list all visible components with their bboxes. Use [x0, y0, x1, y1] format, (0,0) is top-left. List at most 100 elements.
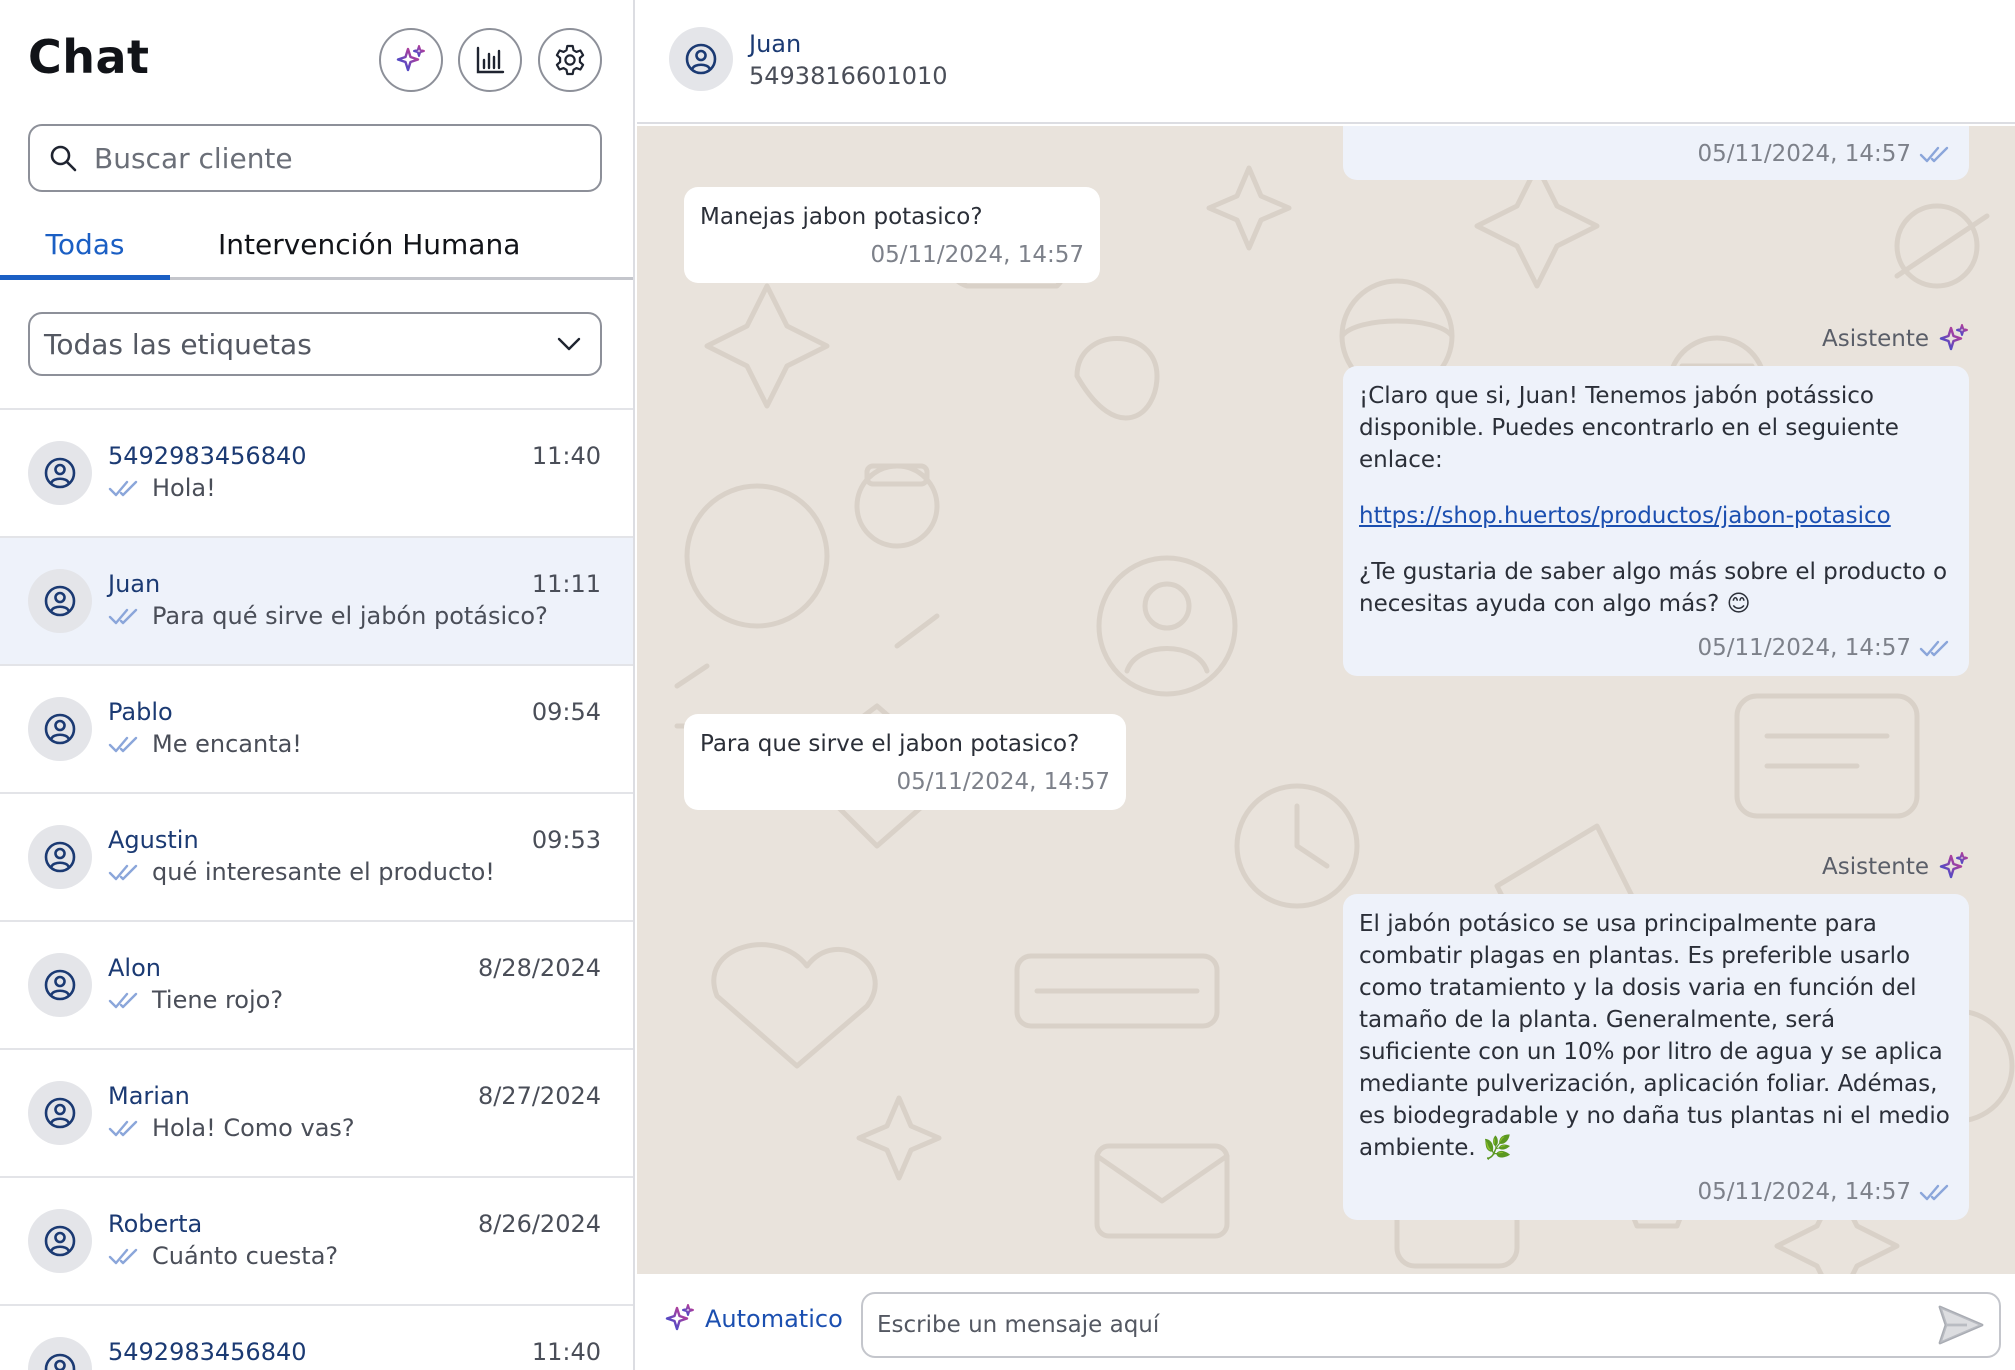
- avatar: [28, 441, 92, 505]
- chat-last-message-text: Hola! Como vas?: [152, 1114, 355, 1142]
- contact-phone: 5493816601010: [749, 62, 948, 90]
- avatar: [28, 1337, 92, 1370]
- message-text: ¿Te gustaria de saber algo más sobre el …: [1359, 559, 1948, 617]
- chat-list-item[interactable]: Juan 11:11 Para qué sirve el jabón potásic…: [0, 538, 633, 666]
- chat-last-message: qué interesante el producto!: [108, 858, 495, 886]
- tag-filter-select[interactable]: Todas las etiquetas: [28, 312, 602, 376]
- chat-contact-name: Juan: [108, 570, 161, 598]
- sender-label: Asistente: [1822, 322, 1971, 356]
- chat-time: 11:40: [531, 1338, 601, 1366]
- search-input[interactable]: [94, 141, 574, 175]
- chat-sidebar: Chat Todas Intervención Humana Todas las…: [0, 0, 635, 1370]
- message-text: El jabón potásico se usa principalmente …: [1359, 911, 1950, 1161]
- user-avatar-icon: [685, 43, 717, 75]
- chat-last-message: Para qué sirve el jabón potásico?: [108, 602, 548, 630]
- message-area[interactable]: 05/11/2024, 14:57 Manejas jabon potasico…: [637, 126, 2015, 1274]
- conversation-panel: Juan 5493816601010 05/11/2024, 14:57 Man…: [637, 0, 2015, 1370]
- chat-time: 8/26/2024: [477, 1210, 601, 1238]
- user-avatar-icon: [44, 1097, 76, 1129]
- chat-last-message: Hola!: [108, 474, 216, 502]
- chat-contact-name: Marian: [108, 1082, 190, 1110]
- double-check-icon: [108, 736, 138, 753]
- tag-filter-value: Todas las etiquetas: [44, 327, 312, 361]
- message-bubble-incoming: Para que sirve el jabon potasico? 05/11/…: [684, 714, 1126, 810]
- chat-list-item[interactable]: Alon 8/28/2024 Tiene rojo?: [0, 922, 633, 1050]
- double-check-icon: [1919, 640, 1949, 657]
- chevron-down-icon: [557, 337, 581, 351]
- tab-intervencion-humana[interactable]: Intervención Humana: [218, 228, 520, 261]
- conversation-header: Juan 5493816601010: [637, 0, 2015, 124]
- message-time: 05/11/2024, 14:57: [870, 242, 1084, 268]
- user-avatar-icon: [44, 841, 76, 873]
- chat-list-item[interactable]: Agustin 09:53 qué interesante el producto!: [0, 794, 633, 922]
- avatar: [28, 569, 92, 633]
- double-check-icon: [108, 1248, 138, 1265]
- double-check-icon: [108, 864, 138, 881]
- bar-chart-icon: [476, 46, 505, 74]
- message-composer: Automatico: [637, 1274, 2015, 1370]
- double-check-icon: [108, 992, 138, 1009]
- chat-list-item[interactable]: Pablo 09:54 Me encanta!: [0, 666, 633, 794]
- double-check-icon: [1919, 146, 1949, 163]
- chat-last-message-text: Tiene rojo?: [152, 986, 284, 1014]
- avatar: [28, 697, 92, 761]
- automatic-mode-toggle[interactable]: Automatico: [663, 1302, 843, 1336]
- user-avatar-icon: [44, 1353, 76, 1370]
- double-check-icon: [108, 1120, 138, 1137]
- sparkle-icon: [665, 1304, 694, 1331]
- search-icon: [50, 145, 77, 172]
- chat-last-message: Cuánto cuesta?: [108, 1242, 338, 1270]
- chat-list-item[interactable]: 5492983456840 11:40 Hola!: [0, 410, 633, 538]
- chat-last-message-text: qué interesante el producto!: [152, 858, 495, 886]
- message-input-box[interactable]: [861, 1292, 2001, 1358]
- gear-icon: [555, 44, 585, 76]
- chat-time: 11:11: [531, 570, 601, 598]
- chat-last-message-text: Hola!: [152, 474, 216, 502]
- sparkle-icon: [396, 45, 425, 72]
- chat-contact-name: Alon: [108, 954, 161, 982]
- chat-contact-name: Roberta: [108, 1210, 203, 1238]
- chat-contact-name: Pablo: [108, 698, 173, 726]
- avatar: [28, 1209, 92, 1273]
- double-check-icon: [1919, 1184, 1949, 1201]
- chat-time: 8/28/2024: [477, 954, 601, 982]
- stats-button[interactable]: [458, 28, 522, 92]
- sender-name: Asistente: [1821, 854, 1929, 880]
- sparkle-icon: [1939, 852, 1968, 879]
- message-time: 05/11/2024, 14:57: [1697, 141, 1911, 167]
- chat-time: 09:54: [531, 698, 601, 726]
- message-input[interactable]: [877, 1312, 1937, 1338]
- user-avatar-icon: [44, 969, 76, 1001]
- product-link[interactable]: https://shop.huertos/productos/jabon-pot…: [1359, 503, 1891, 529]
- chat-last-message: Hola! Como vas?: [108, 1114, 355, 1142]
- message-bubble-outgoing: ¡Claro que si, Juan! Tenemos jabón potás…: [1343, 366, 1969, 676]
- avatar[interactable]: [669, 27, 733, 91]
- settings-button[interactable]: [538, 28, 602, 92]
- chat-time: 11:40: [531, 442, 601, 470]
- ai-assistant-button[interactable]: [379, 28, 443, 92]
- avatar: [28, 825, 92, 889]
- message-time: 05/11/2024, 14:57: [896, 769, 1110, 795]
- chat-list-item[interactable]: Roberta 8/26/2024 Cuánto cuesta?: [0, 1178, 633, 1306]
- message-bubble-incoming: Manejas jabon potasico? 05/11/2024, 14:5…: [684, 187, 1100, 283]
- message-time: 05/11/2024, 14:57: [1697, 635, 1911, 661]
- chat-list: 5492983456840 11:40 Hola! Juan 11:11 Para qué…: [0, 410, 633, 1370]
- chat-contact-name: Agustin: [108, 826, 199, 854]
- message-text: Manejas jabon potasico?: [700, 204, 983, 230]
- chat-last-message: Me encanta!: [108, 730, 302, 758]
- chat-contact-name: 5492983456840: [108, 1338, 307, 1366]
- message-text: Para que sirve el jabon potasico?: [700, 731, 1080, 757]
- send-icon[interactable]: [1937, 1304, 1985, 1346]
- user-avatar-icon: [44, 713, 76, 745]
- sender-label: Asistente: [1822, 850, 1971, 884]
- chat-last-message-text: Para qué sirve el jabón potásico?: [152, 602, 548, 630]
- chat-last-message-text: Me encanta!: [152, 730, 302, 758]
- chat-contact-name: 5492983456840: [108, 442, 307, 470]
- chat-list-item[interactable]: 5492983456840 11:40: [0, 1306, 633, 1370]
- search-box[interactable]: [28, 124, 602, 192]
- message-time: 05/11/2024, 14:57: [1697, 1179, 1911, 1205]
- contact-name: Juan: [749, 30, 802, 58]
- tab-todas[interactable]: Todas: [0, 228, 170, 280]
- message-bubble-outgoing: 05/11/2024, 14:57: [1343, 126, 1969, 180]
- chat-list-item[interactable]: Marian 8/27/2024 Hola! Como vas?: [0, 1050, 633, 1178]
